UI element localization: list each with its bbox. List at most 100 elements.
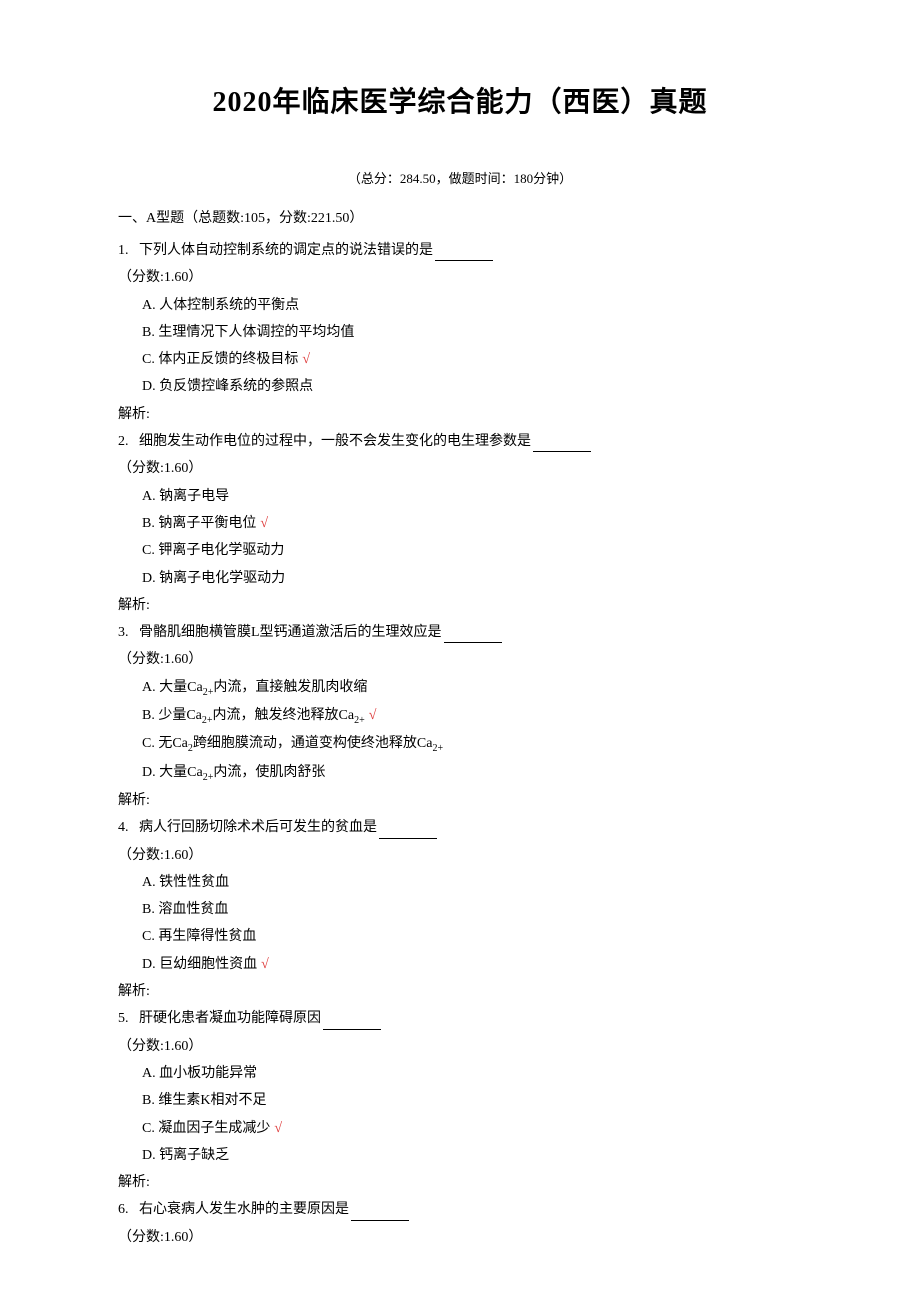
question-number: 2. — [118, 428, 139, 455]
blank-line — [351, 1193, 409, 1220]
option: D. 大量Ca2+内流，使肌肉舒张 — [118, 759, 802, 787]
option-label: A. — [142, 489, 159, 504]
option: A. 大量Ca2+内流，直接触发肌肉收缩 — [118, 674, 802, 702]
question-number: 5. — [118, 1005, 139, 1032]
question-score: （分数:1.60） — [118, 455, 802, 482]
option-label: C. — [142, 929, 158, 944]
option-text: 钠离子平衡电位 — [158, 516, 256, 531]
question-text: 病人行回肠切除术术后可发生的贫血是 — [139, 814, 377, 841]
blank-line — [379, 811, 437, 838]
option-text: 钾离子电化学驱动力 — [158, 543, 284, 558]
question-stem: 3. 骨骼肌细胞横管膜L型钙通道激活后的生理效应是 — [118, 619, 802, 646]
option-text: 钠离子电导 — [159, 489, 229, 504]
option: A. 人体控制系统的平衡点 — [118, 292, 802, 319]
option: A. 钠离子电导 — [118, 483, 802, 510]
option-label: A. — [142, 1066, 159, 1081]
option-text: 大量Ca2+内流，使肌肉舒张 — [159, 765, 325, 780]
questions-container: 1. 下列人体自动控制系统的调定点的说法错误的是 （分数:1.60） A. 人体控… — [118, 237, 802, 1251]
question-block: 3. 骨骼肌细胞横管膜L型钙通道激活后的生理效应是 （分数:1.60）A. 大量… — [118, 619, 802, 814]
correct-mark-icon: √ — [302, 352, 310, 367]
question-number: 3. — [118, 619, 139, 646]
option: C. 体内正反馈的终极目标 √ — [118, 346, 802, 373]
question-score: （分数:1.60） — [118, 842, 802, 869]
question-text: 细胞发生动作电位的过程中，一般不会发生变化的电生理参数是 — [139, 428, 531, 455]
blank-line — [444, 616, 502, 643]
option-label: A. — [142, 680, 159, 695]
option: D. 钙离子缺乏 — [118, 1142, 802, 1169]
option-text: 钠离子电化学驱动力 — [159, 571, 285, 586]
question-block: 5. 肝硬化患者凝血功能障碍原因 （分数:1.60）A. 血小板功能异常B. 维… — [118, 1005, 802, 1196]
question-number: 4. — [118, 814, 139, 841]
analysis-label: 解析: — [118, 787, 802, 814]
option: B. 维生素K相对不足 — [118, 1087, 802, 1114]
option: A. 血小板功能异常 — [118, 1060, 802, 1087]
option: B. 少量Ca2+内流，触发终池释放Ca2+√ — [118, 702, 802, 730]
analysis-label: 解析: — [118, 978, 802, 1005]
option: B. 溶血性贫血 — [118, 896, 802, 923]
question-block: 6. 右心衰病人发生水肿的主要原因是 （分数:1.60） — [118, 1196, 802, 1251]
question-block: 4. 病人行回肠切除术术后可发生的贫血是（分数:1.60）A. 铁性性贫血B. … — [118, 814, 802, 1005]
option: B. 生理情况下人体调控的平均均值 — [118, 319, 802, 346]
section-header: 一、A型题（总题数:105，分数:221.50） — [118, 207, 802, 227]
analysis-label: 解析: — [118, 1169, 802, 1196]
option: D. 钠离子电化学驱动力 — [118, 565, 802, 592]
option-label: D. — [142, 957, 159, 972]
question-score: （分数:1.60） — [118, 646, 802, 673]
question-text: 骨骼肌细胞横管膜L型钙通道激活后的生理效应是 — [139, 619, 442, 646]
option-text: 人体控制系统的平衡点 — [159, 298, 299, 313]
option-text: 巨幼细胞性资血 — [159, 957, 257, 972]
option-label: C. — [142, 736, 158, 751]
question-stem: 2. 细胞发生动作电位的过程中，一般不会发生变化的电生理参数是 — [118, 428, 802, 455]
question-stem: 1. 下列人体自动控制系统的调定点的说法错误的是 — [118, 237, 802, 264]
analysis-label: 解析: — [118, 592, 802, 619]
option: D. 负反馈控峰系统的参照点 — [118, 373, 802, 400]
option: B. 钠离子平衡电位 √ — [118, 510, 802, 537]
option: A. 铁性性贫血 — [118, 869, 802, 896]
correct-mark-icon: √ — [261, 957, 269, 972]
option-text: 体内正反馈的终极目标 — [158, 352, 298, 367]
option: D. 巨幼细胞性资血 √ — [118, 951, 802, 978]
question-score: （分数:1.60） — [118, 1033, 802, 1060]
option-text: 凝血因子生成减少 — [158, 1121, 270, 1136]
question-stem: 4. 病人行回肠切除术术后可发生的贫血是 — [118, 814, 802, 841]
option-text: 负反馈控峰系统的参照点 — [159, 379, 313, 394]
option-label: D. — [142, 1148, 159, 1163]
question-block: 2. 细胞发生动作电位的过程中，一般不会发生变化的电生理参数是 （分数:1.60… — [118, 428, 802, 619]
option-label: B. — [142, 1093, 158, 1108]
option: C. 再生障得性贫血 — [118, 923, 802, 950]
analysis-label: 解析: — [118, 401, 802, 428]
option: C. 无Ca2跨细胞膜流动，通道变构使终池释放Ca2+ — [118, 730, 802, 758]
exam-meta: （总分：284.50，做题时间：180分钟） — [118, 168, 802, 187]
option-text: 少量Ca2+内流，触发终池释放Ca2+ — [158, 708, 364, 723]
option-label: B. — [142, 902, 158, 917]
document-title: 2020年临床医学综合能力（西医）真题 — [118, 80, 802, 120]
correct-mark-icon: √ — [369, 708, 377, 723]
option-label: C. — [142, 352, 158, 367]
option-label: B. — [142, 325, 158, 340]
option-text: 维生素K相对不足 — [158, 1093, 266, 1108]
question-number: 1. — [118, 237, 139, 264]
option-label: D. — [142, 765, 159, 780]
question-stem: 6. 右心衰病人发生水肿的主要原因是 — [118, 1196, 802, 1223]
option: C. 钾离子电化学驱动力 — [118, 537, 802, 564]
option-label: A. — [142, 875, 159, 890]
blank-line — [435, 234, 493, 261]
option-label: B. — [142, 516, 158, 531]
option-text: 生理情况下人体调控的平均均值 — [158, 325, 354, 340]
question-score: （分数:1.60） — [118, 1224, 802, 1251]
option-text: 再生障得性贫血 — [158, 929, 256, 944]
option-text: 钙离子缺乏 — [159, 1148, 229, 1163]
question-text: 右心衰病人发生水肿的主要原因是 — [139, 1196, 349, 1223]
question-block: 1. 下列人体自动控制系统的调定点的说法错误的是 （分数:1.60）A. 人体控… — [118, 237, 802, 428]
option-text: 大量Ca2+内流，直接触发肌肉收缩 — [159, 680, 367, 695]
correct-mark-icon: √ — [260, 516, 268, 531]
option-text: 溶血性贫血 — [158, 902, 228, 917]
option-label: D. — [142, 379, 159, 394]
option-text: 血小板功能异常 — [159, 1066, 257, 1081]
option: C. 凝血因子生成减少√ — [118, 1115, 802, 1142]
option-text: 铁性性贫血 — [159, 875, 229, 890]
option-label: D. — [142, 571, 159, 586]
option-text: 无Ca2跨细胞膜流动，通道变构使终池释放Ca2+ — [158, 736, 443, 751]
blank-line — [533, 425, 591, 452]
option-label: C. — [142, 543, 158, 558]
